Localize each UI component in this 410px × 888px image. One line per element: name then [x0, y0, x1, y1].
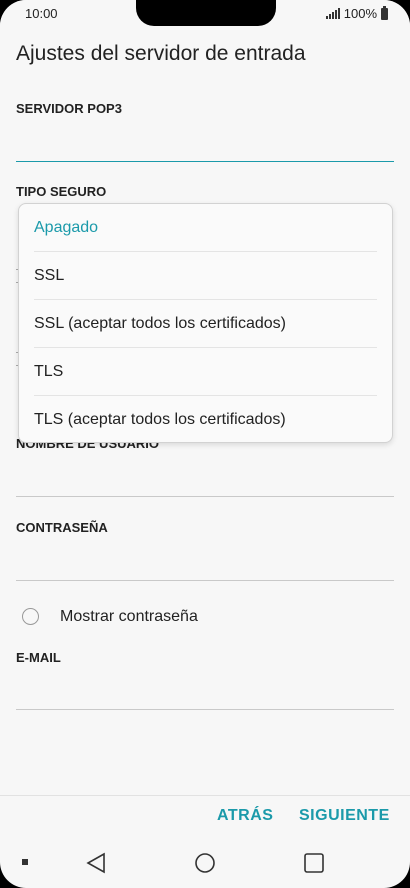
pop3-server-field[interactable] [16, 124, 394, 161]
camera-notch [136, 0, 276, 26]
navigation-bar [0, 838, 410, 888]
back-button[interactable]: ATRÁS [217, 807, 273, 825]
secure-type-dropdown[interactable]: Apagado SSL SSL (aceptar todos los certi… [18, 203, 393, 443]
battery-percent: 100% [343, 6, 377, 21]
battery-icon [381, 5, 388, 20]
username-field[interactable] [16, 456, 394, 496]
option-tls[interactable]: TLS [34, 348, 377, 396]
footer-divider [0, 795, 410, 796]
email-field[interactable] [16, 670, 394, 709]
screen: 10:00 100% Ajustes del servidor de entra… [0, 0, 410, 888]
password-label: CONTRASEÑA [16, 520, 108, 535]
status-bar: 10:00 100% [0, 0, 410, 28]
show-password-label[interactable]: Mostrar contraseña [60, 608, 198, 626]
option-ssl[interactable]: SSL [34, 252, 377, 300]
status-time: 10:00 [25, 6, 58, 21]
option-ssl-accept-all[interactable]: SSL (aceptar todos los certificados) [34, 300, 377, 348]
next-button[interactable]: SIGUIENTE [299, 807, 390, 825]
signal-icon [325, 8, 340, 19]
email-underline [16, 709, 394, 710]
page-title: Ajustes del servidor de entrada [16, 42, 306, 65]
pop3-server-label: SERVIDOR POP3 [16, 101, 122, 116]
email-label: E-MAIL [16, 650, 61, 665]
status-right: 100% [325, 5, 388, 21]
show-password-radio[interactable] [22, 608, 39, 625]
menu-dot-icon [22, 859, 28, 865]
password-field[interactable] [16, 540, 394, 580]
secure-type-label: TIPO SEGURO [16, 184, 107, 199]
pop3-server-underline [16, 161, 394, 162]
option-tls-accept-all[interactable]: TLS (aceptar todos los certificados) [34, 396, 377, 444]
home-nav-icon[interactable] [194, 852, 216, 874]
recents-nav-icon[interactable] [303, 852, 325, 874]
option-apagado[interactable]: Apagado [34, 204, 377, 252]
back-nav-icon[interactable] [86, 852, 106, 874]
username-underline [16, 496, 394, 497]
password-underline [16, 580, 394, 581]
